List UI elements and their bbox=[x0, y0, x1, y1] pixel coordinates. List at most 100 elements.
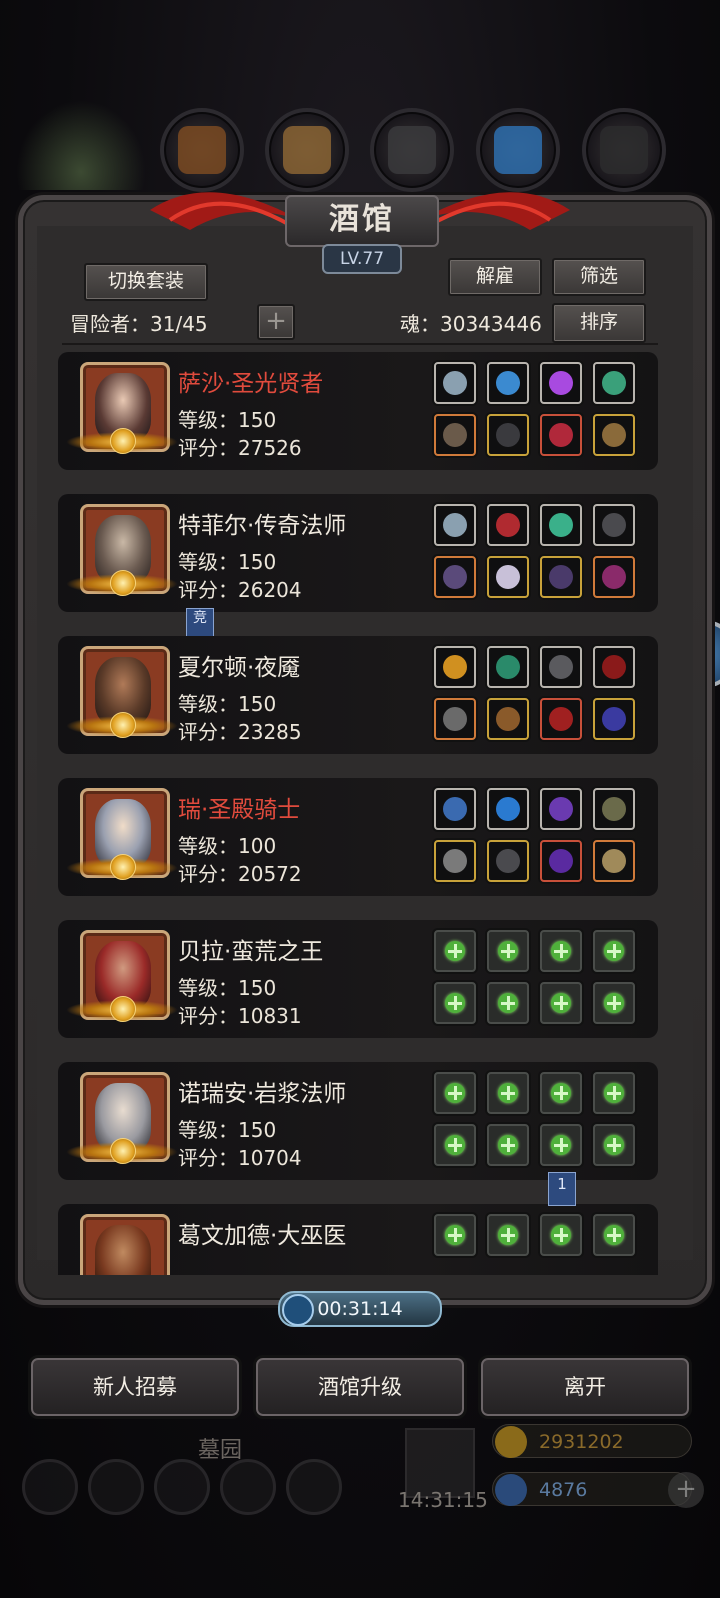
upgrade-tavern-button[interactable]: 酒馆升级 bbox=[253, 1355, 467, 1419]
empty-equip-slot[interactable] bbox=[540, 982, 582, 1024]
equip-slot[interactable] bbox=[593, 362, 635, 404]
right-horn-decoration bbox=[420, 192, 570, 230]
left-horn-decoration bbox=[150, 192, 300, 230]
empty-equip-slot[interactable] bbox=[593, 930, 635, 972]
equip-slot[interactable] bbox=[540, 414, 582, 456]
gold-coin-icon bbox=[495, 1426, 527, 1458]
equip-slot[interactable] bbox=[540, 556, 582, 598]
plus-icon bbox=[551, 941, 571, 961]
settings-menu-icon[interactable] bbox=[286, 1459, 342, 1515]
dismiss-button[interactable]: 解雇 bbox=[448, 258, 542, 296]
empty-equip-slot[interactable] bbox=[540, 1124, 582, 1166]
equip-slot[interactable] bbox=[487, 646, 529, 688]
add-gems-icon[interactable]: + bbox=[668, 1472, 704, 1508]
plus-icon bbox=[551, 993, 571, 1013]
equip-slot[interactable] bbox=[593, 556, 635, 598]
leave-button[interactable]: 离开 bbox=[478, 1355, 692, 1419]
empty-equip-slot[interactable] bbox=[434, 1124, 476, 1166]
equip-slot[interactable] bbox=[487, 362, 529, 404]
empty-equip-slot[interactable] bbox=[593, 1124, 635, 1166]
plus-icon bbox=[498, 941, 518, 961]
equip-slot[interactable] bbox=[540, 698, 582, 740]
menu-icon[interactable] bbox=[22, 1459, 78, 1515]
filter-button[interactable]: 筛选 bbox=[552, 258, 646, 296]
equip-slot[interactable] bbox=[540, 840, 582, 882]
equip-slot[interactable] bbox=[434, 556, 476, 598]
equip-slot[interactable] bbox=[434, 362, 476, 404]
hero-card[interactable]: 葛文加德·大巫医 bbox=[58, 1204, 658, 1275]
empty-equip-slot[interactable] bbox=[434, 982, 476, 1024]
empty-equip-slot[interactable] bbox=[434, 1072, 476, 1114]
castle-menu-icon[interactable] bbox=[154, 1459, 210, 1515]
hero-card[interactable]: 贝拉·蛮荒之王 等级：150 评分：10831 bbox=[58, 920, 658, 1038]
hero-name: 葛文加德·大巫医 bbox=[178, 1223, 347, 1249]
hero-score: 评分：26204 bbox=[178, 578, 302, 602]
plus-icon bbox=[604, 993, 624, 1013]
page-flag: 1 bbox=[548, 1172, 576, 1206]
soul-value: 30343446 bbox=[440, 312, 542, 336]
hero-card[interactable]: 瑞·圣殿骑士 等级：100 评分：20572 bbox=[58, 778, 658, 896]
hero-menu-icon[interactable] bbox=[88, 1459, 144, 1515]
empty-equip-slot[interactable] bbox=[434, 930, 476, 972]
hero-list[interactable]: 萨沙·圣光贤者 等级：150 评分：27526 特菲尔·传奇法师 等级：150 … bbox=[58, 352, 658, 1275]
equip-slot[interactable] bbox=[434, 788, 476, 830]
empty-equip-slot[interactable] bbox=[487, 1214, 529, 1256]
empty-equip-slot[interactable] bbox=[540, 1072, 582, 1114]
empty-equip-slot[interactable] bbox=[434, 1214, 476, 1256]
equip-slot[interactable] bbox=[434, 504, 476, 546]
hero-level: 等级：100 bbox=[178, 834, 277, 858]
empty-equip-slot[interactable] bbox=[487, 1124, 529, 1166]
equip-slot[interactable] bbox=[487, 788, 529, 830]
equip-slot[interactable] bbox=[593, 414, 635, 456]
hero-card[interactable]: 诺瑞安·岩浆法师 等级：150 评分：10704 bbox=[58, 1062, 658, 1180]
equip-slot[interactable] bbox=[487, 556, 529, 598]
equip-slot[interactable] bbox=[434, 840, 476, 882]
switch-outfit-button[interactable]: 切换套装 bbox=[84, 263, 208, 301]
equip-slot[interactable] bbox=[487, 840, 529, 882]
empty-equip-slot[interactable] bbox=[593, 1072, 635, 1114]
resource-stone-icon bbox=[582, 108, 666, 192]
hero-level: 等级：150 bbox=[178, 550, 277, 574]
plus-icon bbox=[445, 993, 465, 1013]
plus-icon bbox=[604, 1225, 624, 1245]
timer-value: 00:31:14 bbox=[317, 1298, 403, 1320]
page-title: 酒馆 bbox=[285, 195, 439, 247]
plus-icon bbox=[604, 1135, 624, 1155]
empty-equip-slot[interactable] bbox=[593, 982, 635, 1024]
empty-equip-slot[interactable] bbox=[487, 1072, 529, 1114]
hero-name: 诺瑞安·岩浆法师 bbox=[178, 1081, 347, 1107]
recruit-button[interactable]: 新人招募 bbox=[28, 1355, 242, 1419]
gift-timer: 14:31:15 bbox=[398, 1488, 488, 1512]
equip-slot[interactable] bbox=[434, 698, 476, 740]
equip-slot[interactable] bbox=[540, 646, 582, 688]
equip-slot[interactable] bbox=[593, 698, 635, 740]
empty-equip-slot[interactable] bbox=[487, 930, 529, 972]
equip-slot[interactable] bbox=[593, 504, 635, 546]
add-slot-button[interactable]: + bbox=[257, 304, 295, 340]
equip-slot[interactable] bbox=[434, 414, 476, 456]
equip-slot[interactable] bbox=[593, 646, 635, 688]
rank-star-icon bbox=[110, 996, 136, 1022]
hero-card[interactable]: 萨沙·圣光贤者 等级：150 评分：27526 bbox=[58, 352, 658, 470]
equip-slot[interactable] bbox=[434, 646, 476, 688]
rank-star-icon bbox=[110, 428, 136, 454]
soul-label: 魂： bbox=[400, 312, 440, 336]
equip-slot[interactable] bbox=[487, 504, 529, 546]
gem-currency: 4876 bbox=[492, 1472, 692, 1506]
empty-equip-slot[interactable] bbox=[487, 982, 529, 1024]
empty-equip-slot[interactable] bbox=[593, 1214, 635, 1256]
empty-equip-slot[interactable] bbox=[540, 930, 582, 972]
equip-slot[interactable] bbox=[540, 362, 582, 404]
equip-slot[interactable] bbox=[487, 698, 529, 740]
sort-button[interactable]: 排序 bbox=[552, 303, 646, 343]
equip-slot[interactable] bbox=[593, 788, 635, 830]
hero-card[interactable]: 夏尔顿·夜魇 等级：150 评分：23285 bbox=[58, 636, 658, 754]
hero-card[interactable]: 特菲尔·传奇法师 等级：150 评分：26204 bbox=[58, 494, 658, 612]
empty-equip-slot[interactable] bbox=[540, 1214, 582, 1256]
equip-slot[interactable] bbox=[540, 504, 582, 546]
equip-slot[interactable] bbox=[593, 840, 635, 882]
equip-slot[interactable] bbox=[540, 788, 582, 830]
mail-menu-icon[interactable] bbox=[220, 1459, 276, 1515]
equip-slot[interactable] bbox=[487, 414, 529, 456]
hero-portrait[interactable] bbox=[80, 1214, 170, 1275]
